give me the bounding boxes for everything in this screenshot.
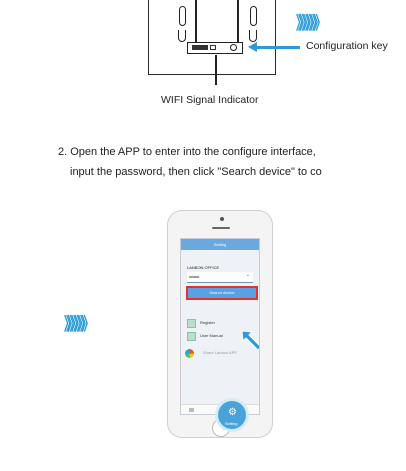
manual-icon: [187, 332, 196, 341]
share-app-icon: [185, 349, 194, 358]
menu-item-register[interactable]: Register: [200, 320, 215, 325]
wifi-indicator-leader-line: [215, 55, 217, 85]
register-icon: [187, 319, 196, 328]
chevron-arrows-icon: 》》》》》》: [296, 12, 326, 33]
tab-icon[interactable]: [189, 408, 194, 412]
step-2-line-2: input the password, then click "Search d…: [70, 166, 322, 178]
divider-line-right: [237, 0, 239, 44]
mount-hook-right: [249, 30, 257, 42]
mount-post-left: [179, 6, 186, 26]
configuration-key-icon: [230, 44, 237, 51]
share-app-label[interactable]: Share Lanbon APP: [203, 350, 237, 355]
chevron-down-icon: ⌄: [245, 272, 250, 278]
gear-icon: ⚙: [228, 407, 237, 418]
password-field[interactable]: ••••••••••• ⌄: [187, 272, 253, 283]
password-mask: •••••••••••: [189, 274, 199, 279]
mount-post-right: [250, 6, 257, 26]
control-panel: [187, 42, 243, 54]
pointer-arrow-icon: [241, 330, 259, 351]
chevron-arrows-icon: 》》》》》》: [64, 313, 94, 334]
menu-item-user-manual[interactable]: User Manual: [200, 333, 223, 338]
camera-icon: [220, 217, 224, 221]
speaker-grille: [212, 227, 230, 229]
arrow-left-icon: [248, 42, 257, 52]
settings-tab-highlight[interactable]: ⚙ Setting: [215, 398, 249, 432]
wifi-indicator-label: WIFI Signal Indicator: [161, 94, 259, 106]
app-title-bar: Setting: [181, 239, 259, 250]
config-key-arrow-shaft: [254, 46, 300, 49]
mount-hook-left: [178, 30, 186, 42]
wifi-ssid-field[interactable]: LANBON OFFICE: [187, 263, 253, 272]
switch-device-diagram: [148, 0, 276, 75]
step-2-line-1: 2. Open the APP to enter into the config…: [58, 146, 316, 158]
configuration-key-label: Configuration key: [306, 40, 388, 52]
panel-slot-small: [210, 45, 216, 50]
panel-slot: [192, 45, 208, 50]
search-device-button[interactable]: Search device: [186, 286, 258, 300]
settings-tab-label: Setting: [225, 421, 238, 426]
app-screen: Setting LANBON OFFICE ••••••••••• ⌄ Sear…: [180, 238, 260, 415]
divider-line-left: [195, 0, 197, 44]
